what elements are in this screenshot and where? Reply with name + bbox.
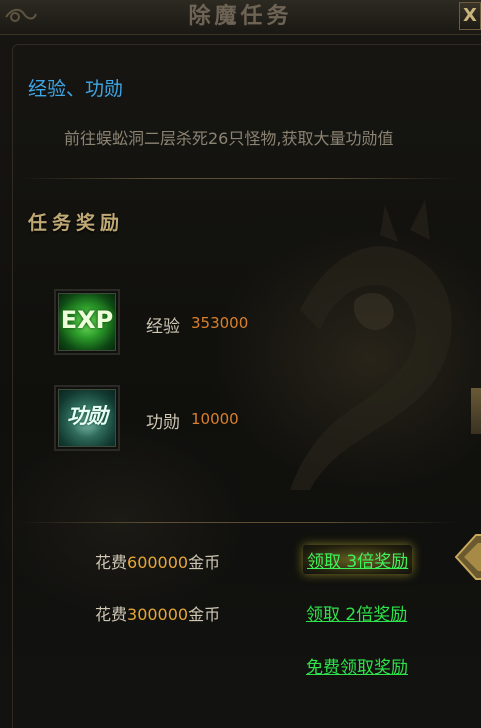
window-title: 除魔任务: [188, 3, 293, 29]
reward-label-exp: 经验: [146, 317, 180, 337]
title-bar: 除魔任务 X: [0, 0, 481, 35]
reward-value-merit: 10000: [191, 410, 239, 428]
cost-2x: 花费300000金币: [95, 605, 221, 624]
cost-amount-2x: 300000: [127, 605, 189, 624]
reward-section-title: 任务奖励: [28, 212, 125, 234]
claim-free-button[interactable]: 免费领取奖励: [306, 653, 408, 678]
task-name: 经验、功勋: [28, 78, 124, 100]
task-description: 前往蜈蚣洞二层杀死26只怪物,获取大量功勋值: [64, 129, 394, 148]
arrow-pointer-icon: [454, 534, 481, 580]
exp-icon: EXP: [54, 289, 120, 355]
claim-3x-button[interactable]: 领取 3倍奖励: [303, 545, 413, 574]
merit-icon: 功勋: [54, 385, 120, 451]
task-window: 除魔任务 X 经验、功勋 前往蜈蚣洞二层杀死26只怪物,获取大量功勋值 任务奖励…: [0, 0, 481, 728]
divider-bottom: [18, 522, 458, 523]
merit-icon-text: 功勋: [67, 403, 108, 428]
side-ornament: [471, 388, 481, 434]
reward-label-merit: 功勋: [146, 413, 180, 433]
exp-icon-text: EXP: [60, 306, 114, 334]
claim-2x-button[interactable]: 领取 2倍奖励: [306, 600, 407, 625]
close-button[interactable]: X: [459, 2, 481, 30]
cost-amount-3x: 600000: [127, 553, 189, 572]
divider-top: [18, 178, 458, 179]
reward-value-exp: 353000: [191, 314, 249, 332]
cost-3x: 花费600000金币: [95, 553, 221, 572]
